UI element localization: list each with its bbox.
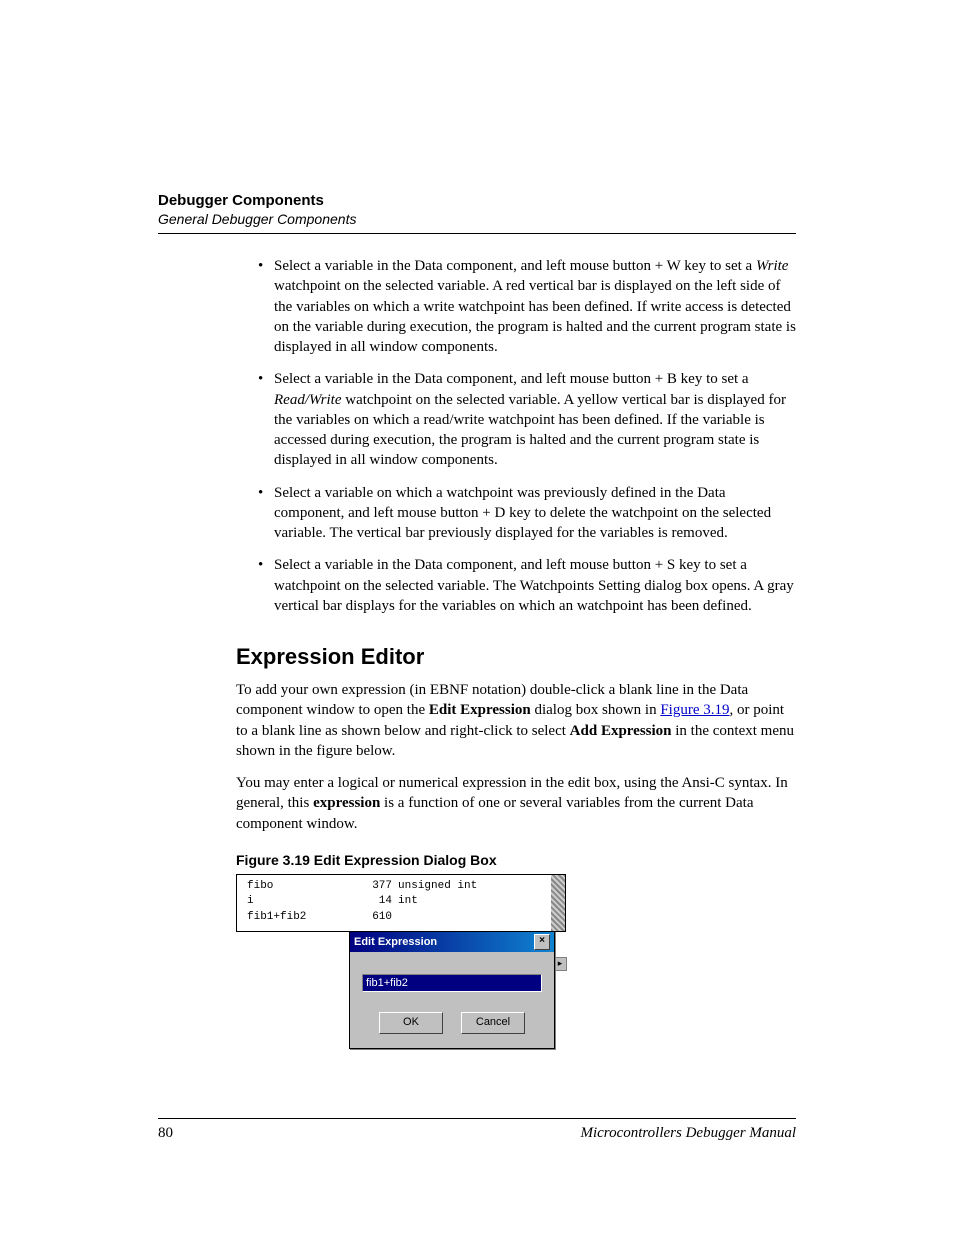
figure-caption: Figure 3.19 Edit Expression Dialog Box (236, 852, 796, 868)
list-text: watchpoint on the selected variable. A r… (274, 278, 796, 355)
figure: fibo 377 unsigned int i 14 int fib1+fib2… (236, 874, 796, 1050)
paragraph: To add your own expression (in EBNF nota… (236, 680, 796, 761)
var-type (398, 910, 559, 925)
emphasis: Write (756, 258, 789, 274)
scrollbar[interactable] (551, 875, 565, 931)
list-text: watchpoint on the selected variable. A y… (274, 392, 786, 469)
dialog-titlebar: Edit Expression × (350, 932, 554, 952)
list-text: Select a variable on which a watchpoint … (274, 485, 771, 542)
paragraph: You may enter a logical or numerical exp… (236, 773, 796, 834)
ok-button[interactable]: OK (379, 1012, 443, 1034)
running-header: Debugger Components General Debugger Com… (158, 192, 796, 227)
list-item: Select a variable in the Data component,… (258, 555, 796, 616)
var-name: i (247, 894, 337, 909)
figure-link[interactable]: Figure 3.19 (660, 702, 729, 718)
edit-expression-dialog: Edit Expression × OK Cancel (349, 931, 555, 1049)
data-pane: fibo 377 unsigned int i 14 int fib1+fib2… (237, 875, 565, 931)
var-value: 377 (337, 879, 398, 894)
footer-rule (158, 1118, 796, 1119)
header-title: Debugger Components (158, 192, 796, 209)
var-name: fibo (247, 879, 337, 894)
close-icon[interactable]: × (534, 934, 550, 950)
expression-input[interactable] (362, 974, 542, 992)
dialog-body: OK Cancel (350, 952, 554, 1048)
var-type: unsigned int (398, 879, 559, 894)
body-text: dialog box shown in (531, 702, 661, 718)
list-text: Select a variable in the Data component,… (274, 557, 794, 614)
header-rule (158, 233, 796, 234)
var-value: 610 (337, 910, 398, 925)
list-text: Select a variable in the Data component,… (274, 371, 749, 387)
table-row: fib1+fib2 610 (247, 910, 559, 925)
bold-text: Edit Expression (429, 702, 531, 718)
data-window: fibo 377 unsigned int i 14 int fib1+fib2… (236, 874, 566, 932)
page-number: 80 (158, 1125, 173, 1142)
bullet-list: Select a variable in the Data component,… (258, 256, 796, 616)
table-row: i 14 int (247, 894, 559, 909)
scroll-arrow-icon[interactable]: ▸ (553, 957, 567, 971)
var-name: fib1+fib2 (247, 910, 337, 925)
page-footer: 80 Microcontrollers Debugger Manual (158, 1118, 796, 1142)
list-text: Select a variable in the Data component,… (274, 258, 756, 274)
var-value: 14 (337, 894, 398, 909)
header-subtitle: General Debugger Components (158, 211, 796, 227)
manual-title: Microcontrollers Debugger Manual (580, 1125, 796, 1142)
section-heading: Expression Editor (236, 644, 796, 670)
table-row: fibo 377 unsigned int (247, 879, 559, 894)
emphasis: Read/Write (274, 392, 342, 408)
list-item: Select a variable in the Data component,… (258, 256, 796, 357)
bold-text: Add Expression (570, 723, 672, 739)
dialog-title-text: Edit Expression (354, 936, 437, 948)
cancel-button[interactable]: Cancel (461, 1012, 525, 1034)
bold-text: expression (313, 795, 380, 811)
list-item: Select a variable in the Data component,… (258, 369, 796, 470)
list-item: Select a variable on which a watchpoint … (258, 483, 796, 544)
var-type: int (398, 894, 559, 909)
